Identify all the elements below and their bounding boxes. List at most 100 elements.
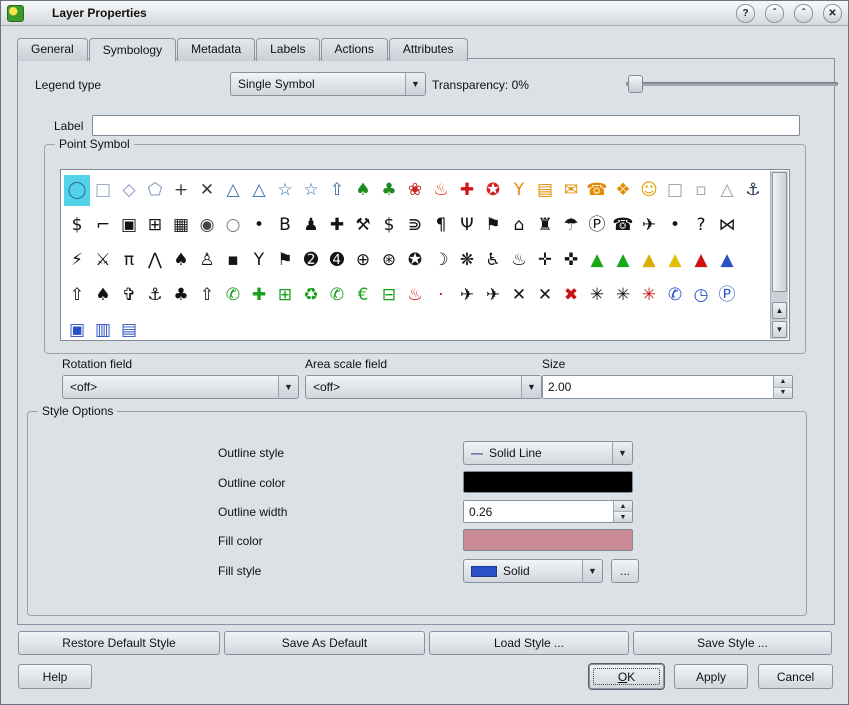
load-style-button[interactable]: Load Style ...	[429, 631, 629, 655]
symbol-cell[interactable]: ▲	[688, 245, 714, 276]
label-input[interactable]	[92, 115, 800, 136]
symbol-cell[interactable]: ✖	[558, 280, 584, 311]
symbol-cell[interactable]: ⚒	[350, 210, 376, 241]
symbol-cell[interactable]: ⋑	[402, 210, 428, 241]
symbol-cell[interactable]: ▲	[636, 245, 662, 276]
chevron-down-icon[interactable]: ▼	[405, 73, 425, 95]
outline-color-swatch[interactable]	[463, 471, 633, 493]
symbol-cell[interactable]: △	[220, 175, 246, 206]
tab-metadata[interactable]: Metadata	[177, 38, 255, 61]
symbol-cell[interactable]: ⊞	[142, 210, 168, 241]
symbol-cell[interactable]: ⚑	[480, 210, 506, 241]
area-scale-field-combo[interactable]: <off> ▼	[305, 375, 542, 399]
symbol-cell[interactable]: ▲	[662, 245, 688, 276]
symbol-cell[interactable]: ♣	[376, 175, 402, 206]
symbol-cell[interactable]: ✆	[662, 280, 688, 311]
rotation-field-combo[interactable]: <off> ▼	[62, 375, 299, 399]
tab-actions[interactable]: Actions	[321, 38, 388, 61]
symbol-cell[interactable]: ✆	[220, 280, 246, 311]
symbol-cell[interactable]: ♻	[298, 280, 324, 311]
symbol-cell[interactable]: ✉	[558, 175, 584, 206]
symbol-cell[interactable]: ❋	[454, 245, 480, 276]
symbol-cell[interactable]: ⌐	[90, 210, 116, 241]
symbol-scrollbar[interactable]: ▲ ▼	[770, 171, 788, 339]
symbol-cell[interactable]: ⋈	[714, 210, 740, 241]
cancel-button[interactable]: Cancel	[758, 664, 833, 689]
chevron-down-icon[interactable]: ▼	[278, 376, 298, 398]
shade-window-button[interactable]: ˆ	[765, 4, 784, 23]
symbol-cell[interactable]: ⇧	[324, 175, 350, 206]
symbol-cell[interactable]: ⊕	[350, 245, 376, 276]
symbol-cell[interactable]: ▣	[116, 210, 142, 241]
symbol-cell[interactable]: ⚔	[90, 245, 116, 276]
symbol-cell[interactable]: ✳	[610, 280, 636, 311]
symbol-cell[interactable]: ⇧	[64, 280, 90, 311]
outline-width-spinbox[interactable]: 0.26 ▲ ▼	[463, 500, 633, 523]
symbol-cell[interactable]: ✈	[480, 280, 506, 311]
symbol-cell[interactable]: ✕	[194, 175, 220, 206]
symbol-cell[interactable]: ☂	[558, 210, 584, 241]
symbol-cell[interactable]: ✈	[636, 210, 662, 241]
symbol-cell[interactable]: Ⓟ	[714, 280, 740, 311]
symbol-cell[interactable]: Ψ	[454, 210, 480, 241]
symbol-cell[interactable]: B	[272, 210, 298, 241]
slider-handle[interactable]	[628, 75, 643, 93]
symbol-cell[interactable]: ♠	[350, 175, 376, 206]
spin-up-icon[interactable]: ▲	[774, 376, 792, 388]
symbol-cell[interactable]: •	[662, 210, 688, 241]
symbol-cell[interactable]: ⚓	[142, 280, 168, 311]
symbol-cell[interactable]: ⚡	[64, 245, 90, 276]
symbol-cell[interactable]: $	[376, 210, 402, 241]
symbol-cell[interactable]: π	[116, 245, 142, 276]
roll-window-button[interactable]: ˆ	[794, 4, 813, 23]
symbol-cell[interactable]: ▪	[220, 245, 246, 276]
symbol-cell[interactable]: ⬠	[142, 175, 168, 206]
symbol-cell[interactable]: ♨	[402, 280, 428, 311]
symbol-cell[interactable]: ✚	[454, 175, 480, 206]
symbol-cell[interactable]: Υ	[506, 175, 532, 206]
symbol-cell[interactable]: ➋	[298, 245, 324, 276]
symbol-cell[interactable]: €	[350, 280, 376, 311]
symbol-cell[interactable]: ☺	[636, 175, 662, 206]
restore-default-style-button[interactable]: Restore Default Style	[18, 631, 220, 655]
symbol-cell[interactable]: +	[168, 175, 194, 206]
symbol-cell[interactable]: ☎	[610, 210, 636, 241]
symbol-cell[interactable]: ♨	[506, 245, 532, 276]
help-window-button[interactable]: ?	[736, 4, 755, 23]
fill-color-swatch[interactable]	[463, 529, 633, 551]
chevron-down-icon[interactable]: ▼	[582, 560, 602, 582]
tab-attributes[interactable]: Attributes	[389, 38, 468, 61]
symbol-cell[interactable]: ◷	[688, 280, 714, 311]
symbol-cell[interactable]: ⌂	[506, 210, 532, 241]
spin-down-icon[interactable]: ▼	[614, 512, 632, 522]
symbol-cell[interactable]: ⇧	[194, 280, 220, 311]
symbol-cell[interactable]: ♟	[298, 210, 324, 241]
ok-button[interactable]: OK	[589, 664, 664, 689]
save-style-button[interactable]: Save Style ...	[633, 631, 832, 655]
symbol-cell[interactable]: ♙	[194, 245, 220, 276]
legend-type-combo[interactable]: Single Symbol ▼	[230, 72, 426, 96]
spin-up-icon[interactable]: ▲	[614, 501, 632, 512]
tab-general[interactable]: General	[17, 38, 88, 61]
symbol-cell[interactable]: ▤	[116, 315, 142, 337]
scroll-up-icon[interactable]: ▲	[772, 302, 787, 319]
symbol-cell[interactable]: ⊟	[376, 280, 402, 311]
help-button[interactable]: Help	[18, 664, 92, 689]
symbol-cell[interactable]: ✕	[532, 280, 558, 311]
symbol-cell[interactable]: ✚	[246, 280, 272, 311]
symbol-cell[interactable]: ◯	[64, 175, 90, 206]
symbol-cell[interactable]: ☆	[272, 175, 298, 206]
symbol-cell[interactable]: ¶	[428, 210, 454, 241]
symbol-cell[interactable]: ·	[428, 280, 454, 311]
symbol-cell[interactable]: ♣	[168, 280, 194, 311]
apply-button[interactable]: Apply	[674, 664, 748, 689]
symbol-cell[interactable]: ▲	[610, 245, 636, 276]
scrollbar-thumb[interactable]	[772, 172, 787, 292]
symbol-cell[interactable]: ▣	[64, 315, 90, 337]
symbol-cell[interactable]: ♜	[532, 210, 558, 241]
symbol-cell[interactable]: ✚	[324, 210, 350, 241]
symbol-cell[interactable]: ✛	[532, 245, 558, 276]
symbol-cell[interactable]: ✪	[402, 245, 428, 276]
symbol-cell[interactable]: ✪	[480, 175, 506, 206]
symbol-cell[interactable]: ⚓	[740, 175, 766, 206]
